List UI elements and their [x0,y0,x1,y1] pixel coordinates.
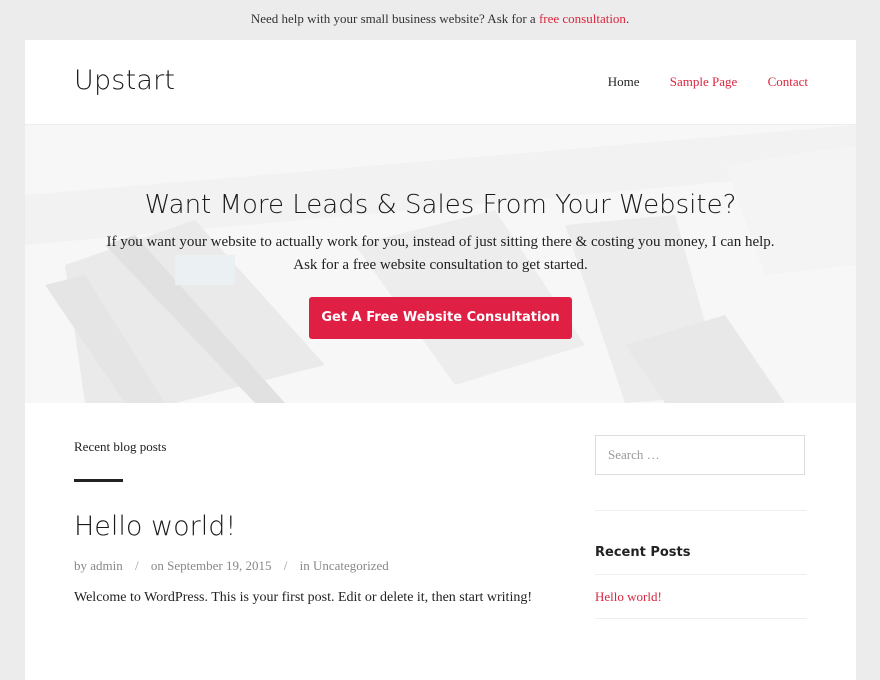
hero-title: Want More Leads & Sales From Your Websit… [144,190,737,220]
post-excerpt: Welcome to WordPress. This is your first… [74,590,532,605]
meta-by-label: by [74,558,87,573]
nav-item-home[interactable]: Home [608,74,640,89]
recent-post-link[interactable]: Hello world! [595,589,662,605]
nav-item-contact[interactable]: Contact [768,74,808,89]
consultation-button[interactable]: Get A Free Website Consultation [309,297,572,339]
hero-description: If you want your website to actually wor… [65,231,816,277]
sidebar-divider [595,618,807,619]
post-title[interactable]: Hello world! [74,511,236,542]
section-label: Recent blog posts [74,439,167,454]
post-author-link[interactable]: admin [90,558,123,573]
post-meta: by admin / on September 19, 2015 / in Un… [74,558,389,574]
nav-item-sample-page[interactable]: Sample Page [670,74,738,89]
main-nav: Home Sample Page Contact [581,74,808,90]
meta-on-label: on [150,558,164,573]
sidebar-divider [595,574,807,575]
hero-section: Want More Leads & Sales From Your Websit… [25,125,856,403]
search-input[interactable] [596,436,786,474]
site-title[interactable]: Upstart [74,65,175,96]
search-form [595,435,805,475]
meta-in-label: in [299,558,310,573]
announcement-suffix: . [625,11,630,26]
post-category-link[interactable]: Uncategorized [313,558,389,573]
hero-text-line-2: Ask for a free website consultation to g… [293,257,588,273]
meta-separator: / [283,558,288,573]
page-container: Upstart Home Sample Page Contact Want Mo… [25,40,856,680]
announcement-text: Need help with your small business websi… [250,11,536,26]
recent-posts-title: Recent Posts [595,545,691,560]
meta-separator: / [135,558,139,573]
free-consultation-link[interactable]: free consultation [539,11,626,26]
site-header: Upstart Home Sample Page Contact [25,40,856,125]
sidebar-divider [595,510,807,511]
post-date-link[interactable]: September 19, 2015 [167,558,271,573]
section-divider [74,479,123,482]
top-announcement-bar: Need help with your small business websi… [0,0,880,40]
hero-text-line-1: If you want your website to actually wor… [106,234,775,250]
